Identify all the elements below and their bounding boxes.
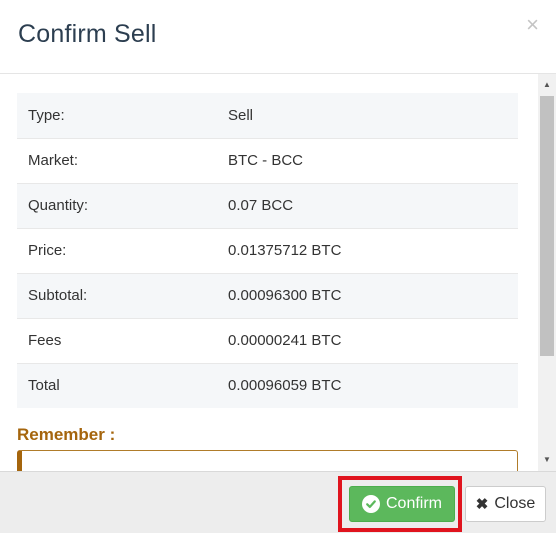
close-button[interactable]: ✖ Close xyxy=(465,486,546,522)
check-circle-icon xyxy=(361,495,380,513)
table-row: Type: Sell xyxy=(17,93,518,138)
scrollbar-thumb[interactable] xyxy=(540,96,554,356)
detail-label-fees: Fees xyxy=(17,317,228,363)
table-row: Fees 0.00000241 BTC xyxy=(17,317,518,363)
detail-label-quantity: Quantity: xyxy=(17,182,228,228)
remember-notice-box xyxy=(17,450,518,471)
detail-value-subtotal: 0.00096300 BTC xyxy=(228,272,518,318)
detail-label-total: Total xyxy=(17,362,228,408)
detail-value-price: 0.01375712 BTC xyxy=(228,227,518,273)
table-row: Total 0.00096059 BTC xyxy=(17,362,518,408)
close-button-label: Close xyxy=(494,495,536,512)
confirm-button[interactable]: Confirm xyxy=(349,486,455,522)
close-icon[interactable]: × xyxy=(526,14,539,36)
detail-label-subtotal: Subtotal: xyxy=(17,272,228,318)
table-row: Subtotal: 0.00096300 BTC xyxy=(17,272,518,318)
modal-title: Confirm Sell xyxy=(18,20,157,48)
scroll-up-arrow-icon[interactable]: ▲ xyxy=(538,76,556,94)
scroll-down-arrow-icon[interactable]: ▼ xyxy=(538,451,556,469)
times-icon: ✖ xyxy=(475,495,489,513)
confirm-button-label: Confirm xyxy=(385,495,442,512)
modal-footer: Confirm ✖ Close xyxy=(0,471,556,533)
table-row: Market: BTC - BCC xyxy=(17,137,518,183)
vertical-scrollbar[interactable]: ▲ ▼ xyxy=(538,74,556,471)
table-row: Quantity: 0.07 BCC xyxy=(17,182,518,228)
detail-label-price: Price: xyxy=(17,227,228,273)
remember-heading: Remember : xyxy=(17,425,116,444)
confirm-sell-modal: Confirm Sell × Type: Sell Market: BTC - … xyxy=(0,0,556,533)
detail-value-quantity: 0.07 BCC xyxy=(228,182,518,228)
modal-body: Type: Sell Market: BTC - BCC Quantity: 0… xyxy=(0,74,556,471)
modal-header: Confirm Sell × xyxy=(0,0,556,74)
detail-value-total: 0.00096059 BTC xyxy=(228,362,518,408)
detail-label-market: Market: xyxy=(17,137,228,183)
detail-value-market: BTC - BCC xyxy=(228,137,518,183)
detail-value-fees: 0.00000241 BTC xyxy=(228,317,518,363)
detail-value-type: Sell xyxy=(228,93,518,138)
table-row: Price: 0.01375712 BTC xyxy=(17,227,518,273)
detail-label-type: Type: xyxy=(17,93,228,138)
order-details-table: Type: Sell Market: BTC - BCC Quantity: 0… xyxy=(17,93,518,408)
